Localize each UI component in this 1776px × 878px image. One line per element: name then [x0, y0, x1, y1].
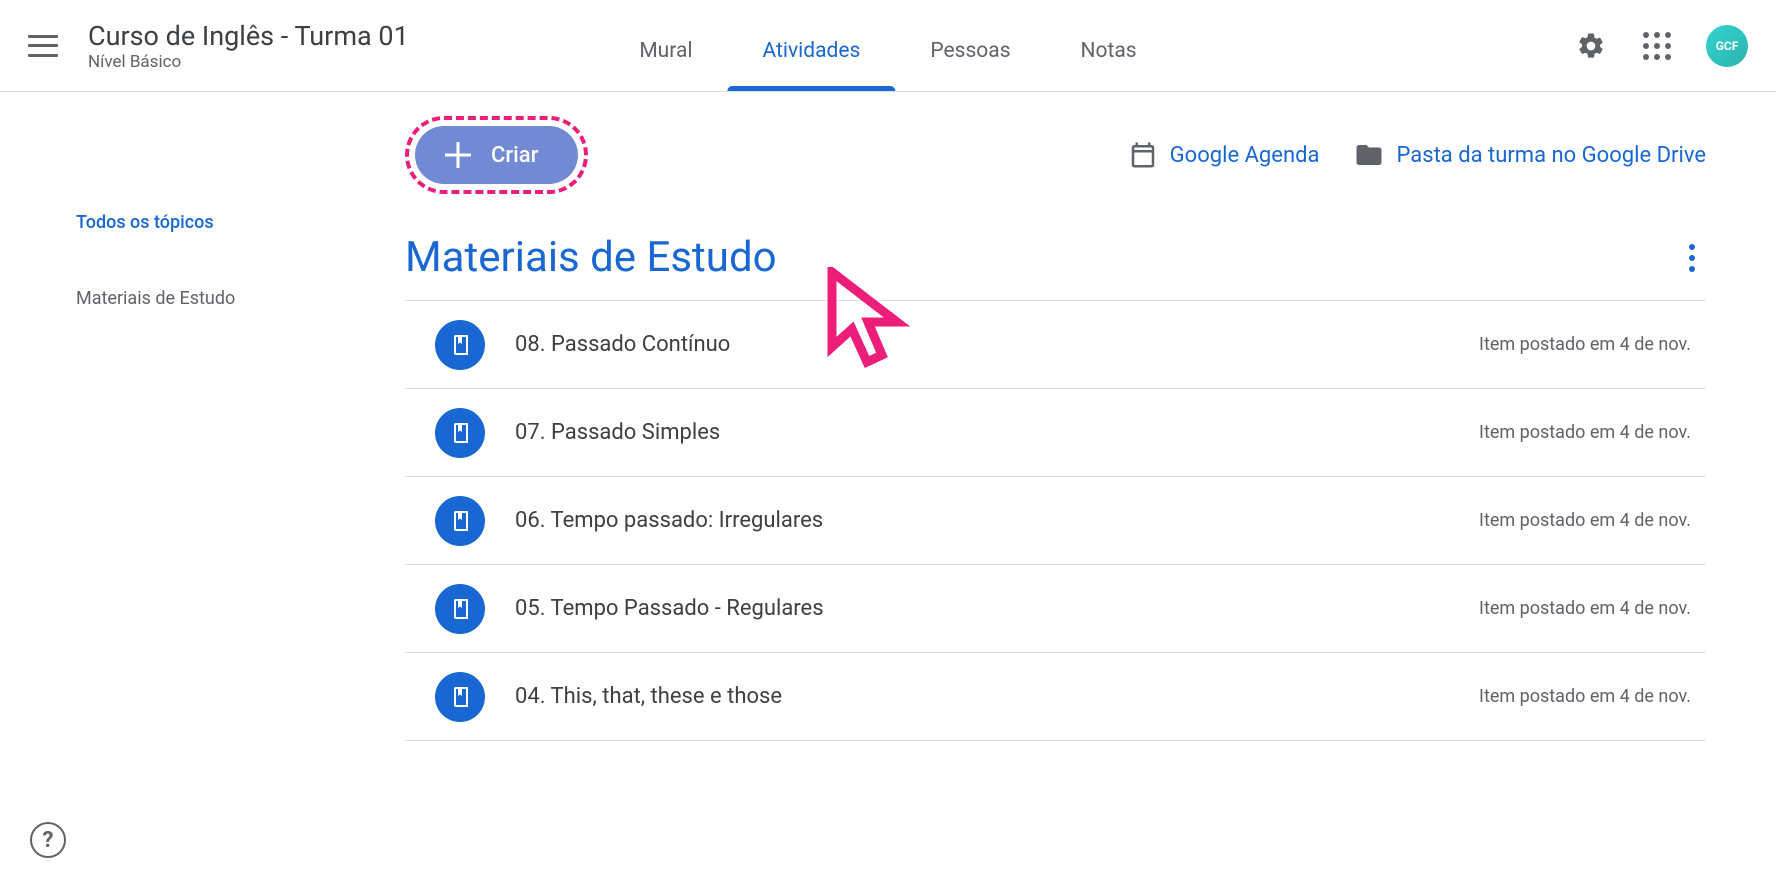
topic-title[interactable]: Materiais de Estudo	[405, 233, 777, 282]
material-date: Item postado em 4 de nov.	[1479, 334, 1691, 355]
material-icon	[435, 672, 485, 722]
link-google-agenda[interactable]: Google Agenda	[1128, 140, 1320, 170]
material-title: 05. Tempo Passado - Regulares	[515, 596, 1479, 621]
material-item[interactable]: 08. Passado ContínuoItem postado em 4 de…	[405, 301, 1706, 389]
material-icon	[435, 584, 485, 634]
material-title: 07. Passado Simples	[515, 420, 1479, 445]
main-area: Criar Google Agenda Pasta da turma no Go…	[300, 92, 1776, 878]
material-icon	[435, 320, 485, 370]
header-right: GCF	[1574, 25, 1748, 67]
sidebar-topic-item[interactable]: Materiais de Estudo	[76, 288, 270, 309]
plus-icon	[445, 142, 471, 168]
sidebar: Todos os tópicos Materiais de Estudo	[0, 92, 300, 878]
menu-icon[interactable]	[28, 35, 58, 57]
kebab-menu-icon[interactable]	[1678, 244, 1706, 272]
link-drive-folder[interactable]: Pasta da turma no Google Drive	[1354, 140, 1706, 170]
header-tabs: MuralAtividadesPessoasNotas	[604, 0, 1171, 91]
apps-grid-icon[interactable]	[1643, 32, 1671, 60]
body: Todos os tópicos Materiais de Estudo Cri…	[0, 92, 1776, 878]
topic-header: Materiais de Estudo	[405, 233, 1706, 301]
action-row: Criar Google Agenda Pasta da turma no Go…	[405, 122, 1706, 188]
links-right: Google Agenda Pasta da turma no Google D…	[1128, 140, 1706, 170]
help-icon[interactable]: ?	[30, 822, 66, 858]
tab-atividades[interactable]: Atividades	[728, 39, 896, 91]
material-date: Item postado em 4 de nov.	[1479, 686, 1691, 707]
create-button[interactable]: Criar	[415, 126, 578, 184]
avatar[interactable]: GCF	[1706, 25, 1748, 67]
calendar-icon	[1128, 140, 1158, 170]
material-date: Item postado em 4 de nov.	[1479, 598, 1691, 619]
material-icon	[435, 496, 485, 546]
tab-mural[interactable]: Mural	[604, 39, 727, 91]
sidebar-all-topics[interactable]: Todos os tópicos	[76, 212, 270, 233]
link-google-agenda-label: Google Agenda	[1170, 143, 1320, 168]
tab-notas[interactable]: Notas	[1046, 39, 1172, 91]
gear-icon[interactable]	[1574, 29, 1608, 63]
folder-icon	[1354, 140, 1384, 170]
materials-list: 08. Passado ContínuoItem postado em 4 de…	[405, 301, 1706, 741]
class-subtitle: Nível Básico	[88, 52, 409, 72]
create-highlight: Criar	[405, 116, 588, 194]
material-item[interactable]: 06. Tempo passado: IrregularesItem posta…	[405, 477, 1706, 565]
class-title: Curso de Inglês - Turma 01	[88, 20, 409, 52]
material-date: Item postado em 4 de nov.	[1479, 422, 1691, 443]
link-drive-folder-label: Pasta da turma no Google Drive	[1396, 143, 1706, 168]
tab-pessoas[interactable]: Pessoas	[895, 39, 1045, 91]
material-title: 04. This, that, these e those	[515, 684, 1479, 709]
material-title: 08. Passado Contínuo	[515, 332, 1479, 357]
material-icon	[435, 408, 485, 458]
material-item[interactable]: 07. Passado SimplesItem postado em 4 de …	[405, 389, 1706, 477]
class-title-block[interactable]: Curso de Inglês - Turma 01 Nível Básico	[88, 20, 409, 72]
app-header: Curso de Inglês - Turma 01 Nível Básico …	[0, 0, 1776, 92]
material-date: Item postado em 4 de nov.	[1479, 510, 1691, 531]
material-item[interactable]: 04. This, that, these e thoseItem postad…	[405, 653, 1706, 741]
create-button-label: Criar	[491, 143, 538, 168]
material-title: 06. Tempo passado: Irregulares	[515, 508, 1479, 533]
material-item[interactable]: 05. Tempo Passado - RegularesItem postad…	[405, 565, 1706, 653]
